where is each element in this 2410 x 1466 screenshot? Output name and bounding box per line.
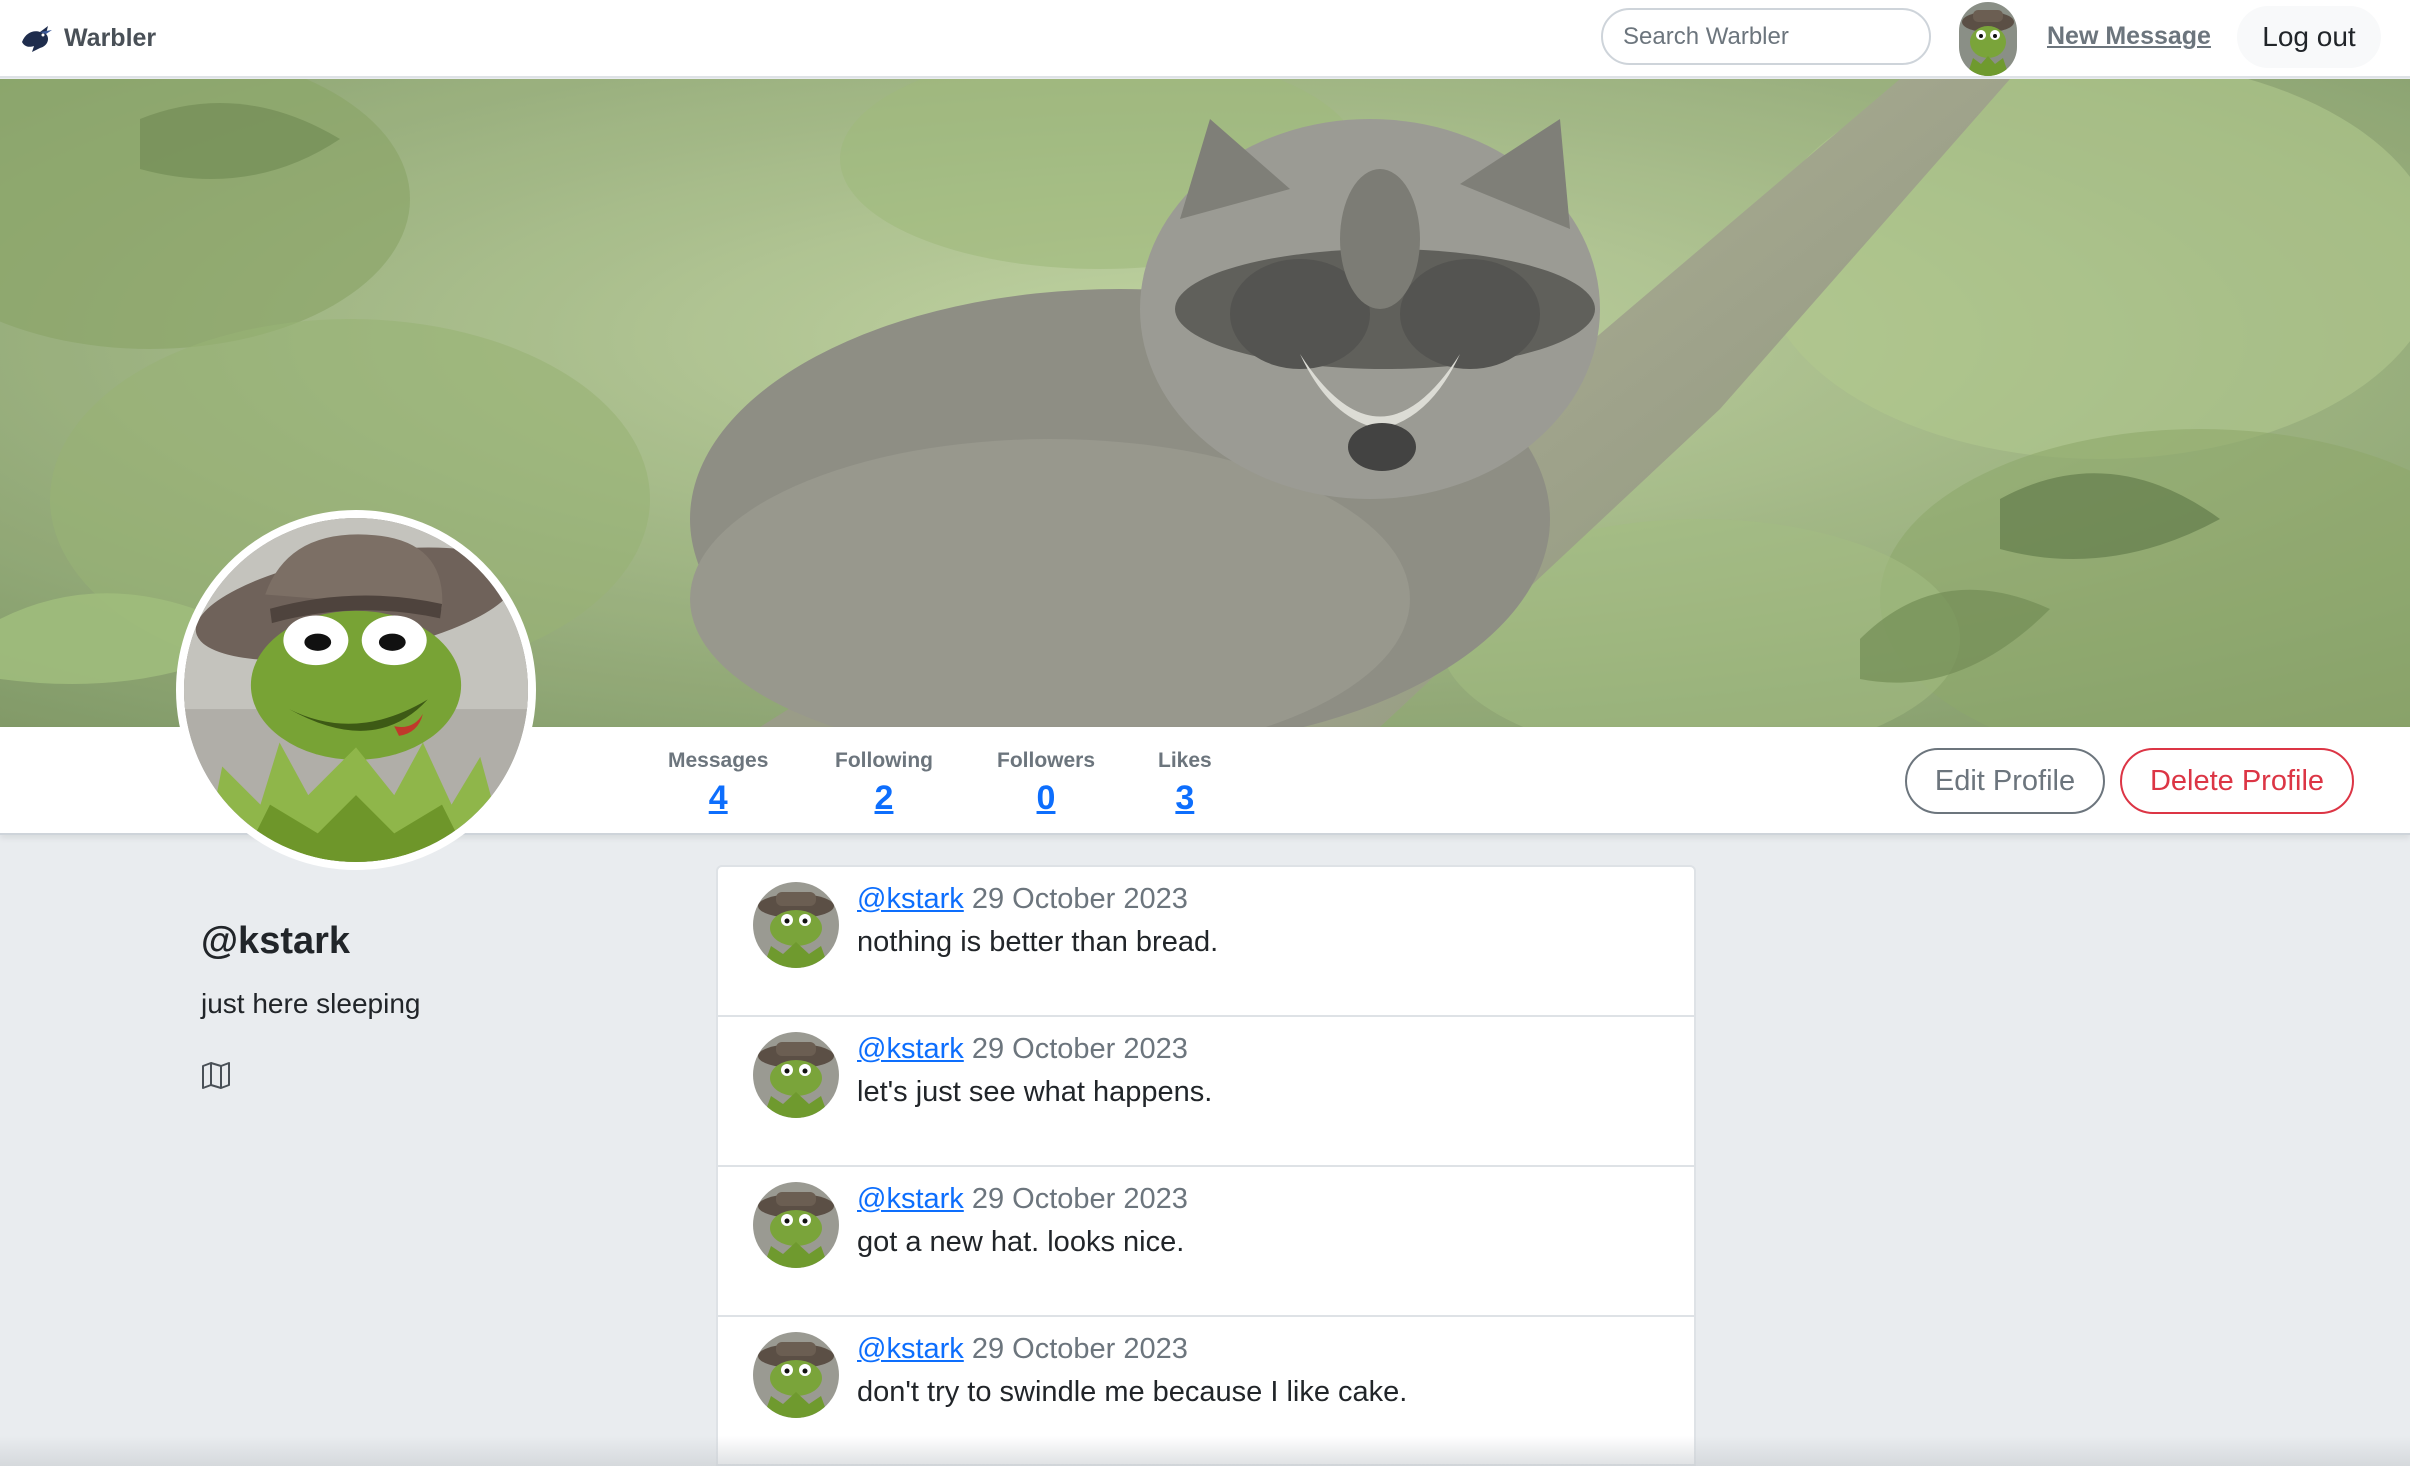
message-meta: @kstark 29 October 2023 [857, 1033, 1188, 1066]
message-date: 29 October 2023 [971, 1033, 1188, 1065]
stat-messages-value[interactable]: 4 [668, 779, 768, 818]
message-avatar[interactable] [753, 1182, 839, 1268]
search-box[interactable] [1601, 8, 1933, 65]
messages-list: @kstark 29 October 2023 nothing is bette… [716, 865, 1696, 1466]
stat-followers[interactable]: Followers 0 [997, 749, 1095, 818]
brand-link[interactable]: Warbler [18, 18, 156, 58]
edit-profile-button[interactable]: Edit Profile [1905, 748, 2105, 814]
profile-username: @kstark [201, 920, 351, 962]
nav-user-avatar[interactable] [1959, 2, 2017, 76]
stat-messages[interactable]: Messages 4 [668, 749, 768, 818]
stat-followers-label: Followers [997, 749, 1096, 772]
stat-following-value[interactable]: 2 [835, 779, 933, 818]
message-item[interactable]: @kstark 29 October 2023 got a new hat. l… [718, 1167, 1694, 1317]
message-username-link[interactable]: @kstark [857, 1183, 964, 1215]
map-icon [202, 1062, 230, 1089]
search-input[interactable] [1623, 22, 1933, 51]
message-item[interactable]: @kstark 29 October 2023 nothing is bette… [718, 867, 1694, 1017]
message-avatar[interactable] [753, 882, 839, 968]
message-meta: @kstark 29 October 2023 [857, 1183, 1188, 1216]
message-text: let's just see what happens. [857, 1076, 1213, 1108]
stat-messages-label: Messages [668, 749, 769, 772]
delete-profile-button[interactable]: Delete Profile [2120, 748, 2354, 814]
message-text: nothing is better than bread. [857, 926, 1219, 958]
message-username-link[interactable]: @kstark [857, 883, 964, 915]
message-item[interactable]: @kstark 29 October 2023 let's just see w… [718, 1017, 1694, 1167]
logout-button[interactable]: Log out [2237, 6, 2381, 68]
stat-following-label: Following [835, 749, 933, 772]
message-date: 29 October 2023 [971, 883, 1188, 915]
message-text: got a new hat. looks nice. [857, 1226, 1185, 1258]
message-item[interactable]: @kstark 29 October 2023 don't try to swi… [718, 1317, 1694, 1464]
profile-avatar [176, 510, 536, 870]
stat-likes-label: Likes [1158, 749, 1212, 772]
navbar: Warbler New Message Log out [0, 0, 2410, 78]
message-date: 29 October 2023 [971, 1183, 1188, 1215]
message-username-link[interactable]: @kstark [857, 1033, 964, 1065]
brand-name: Warbler [64, 23, 157, 52]
stat-likes-value[interactable]: 3 [1158, 779, 1212, 818]
warbler-bird-icon [22, 26, 52, 52]
message-meta: @kstark 29 October 2023 [857, 883, 1188, 916]
message-username-link[interactable]: @kstark [857, 1333, 964, 1365]
message-date: 29 October 2023 [971, 1333, 1188, 1365]
message-avatar[interactable] [753, 1032, 839, 1118]
stat-following[interactable]: Following 2 [835, 749, 933, 818]
message-text: don't try to swindle me because I like c… [857, 1376, 1408, 1408]
message-meta: @kstark 29 October 2023 [857, 1333, 1188, 1366]
new-message-link[interactable]: New Message [2047, 22, 2211, 51]
stat-followers-value[interactable]: 0 [997, 779, 1095, 818]
message-avatar[interactable] [753, 1332, 839, 1418]
stat-likes[interactable]: Likes 3 [1158, 749, 1212, 818]
profile-bio: just here sleeping [201, 988, 421, 1019]
